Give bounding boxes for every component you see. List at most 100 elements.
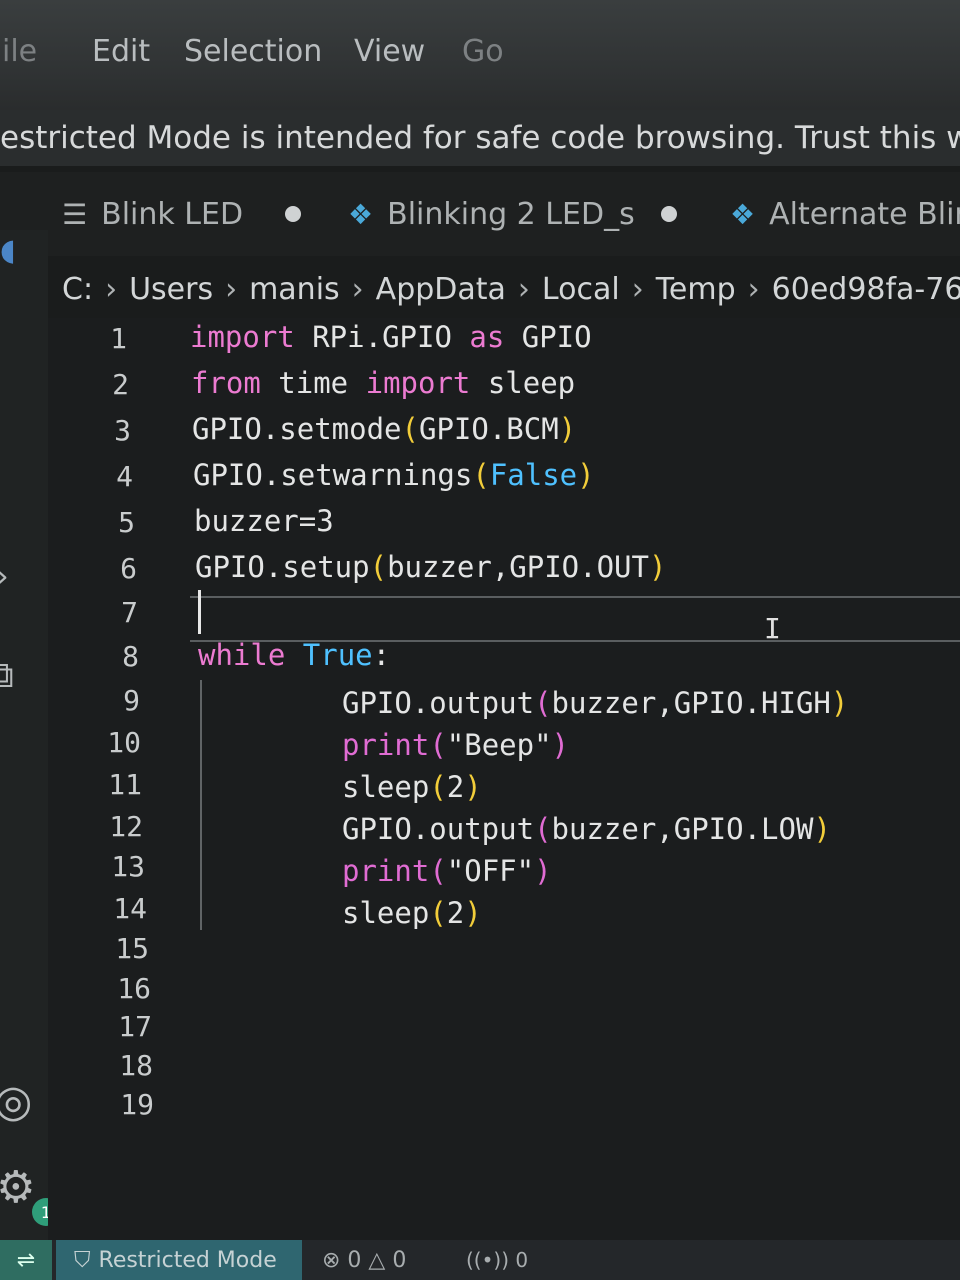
bracket: )	[464, 770, 482, 804]
menu-view[interactable]: View	[354, 34, 425, 69]
restricted-mode-banner[interactable]: estricted Mode is intended for safe code…	[0, 110, 960, 166]
bracket: (	[429, 854, 447, 888]
list-icon: ☰	[62, 197, 88, 231]
breadcrumb-temp[interactable]: Temp	[656, 272, 736, 307]
line-number: 15	[115, 932, 149, 965]
line-number: 5	[118, 506, 135, 539]
chevron-right-icon[interactable]: ›	[0, 560, 9, 592]
problems-status[interactable]: ⊗ 0 △ 0	[322, 1248, 406, 1273]
keyword: while	[198, 638, 286, 672]
breadcrumb-appdata[interactable]: AppData	[376, 272, 506, 307]
code-token: GPIO.setwarnings	[193, 458, 473, 492]
line-number: 6	[120, 552, 137, 585]
line-number: 17	[118, 1010, 152, 1043]
breadcrumb-manis[interactable]: manis	[249, 272, 340, 307]
bracket: )	[558, 412, 577, 446]
current-line-highlight	[190, 596, 960, 642]
line-number: 10	[107, 726, 141, 759]
line-number: 3	[114, 414, 131, 447]
line-number: 9	[123, 684, 140, 717]
menu-bar: ile Edit Selection View Go	[0, 0, 960, 110]
remote-icon[interactable]: ⇌	[0, 1240, 52, 1280]
bracket: (	[429, 728, 447, 762]
line-number: 4	[116, 460, 133, 493]
code-line-11[interactable]: sleep(2)	[342, 770, 482, 804]
code-line-5[interactable]: buzzer=3	[194, 504, 334, 538]
line-number: 16	[117, 972, 151, 1005]
code-token: GPIO.setup	[195, 550, 370, 584]
code-line-6[interactable]: GPIO.setup(buzzer,GPIO.OUT)	[195, 550, 666, 584]
code-line-12[interactable]: GPIO.output(buzzer,GPIO.LOW)	[342, 812, 831, 846]
banner-text: estricted Mode is intended for safe code…	[0, 120, 960, 156]
code-line-10[interactable]: print("Beep")	[342, 728, 569, 762]
keyword: from	[191, 366, 261, 400]
code-token: GPIO.output	[342, 812, 535, 846]
line-number: 7	[121, 596, 138, 629]
gear-icon[interactable]: ⚙	[0, 1166, 35, 1210]
code-line-1[interactable]: import RPi.GPIO as GPIO	[190, 320, 592, 354]
code-line-13[interactable]: print("OFF")	[342, 854, 552, 888]
function-name: print	[342, 728, 430, 762]
string-literal: "OFF"	[446, 854, 535, 888]
keyword: import	[190, 320, 295, 354]
code-token: RPi.GPIO	[294, 320, 470, 354]
line-number: 12	[109, 810, 143, 843]
extensions-icon[interactable]: ⧉	[0, 658, 14, 694]
keyword: import	[365, 366, 471, 400]
line-number: 11	[108, 768, 142, 801]
builtin-constant: False	[489, 458, 578, 492]
breadcrumb-drive[interactable]: C:	[62, 272, 93, 307]
line-number: 1	[110, 322, 127, 355]
breadcrumb-users[interactable]: Users	[129, 272, 213, 307]
broadcast-icon: ((•))	[466, 1248, 510, 1272]
python-icon: ❖	[730, 197, 756, 231]
string-literal: "Beep"	[446, 728, 552, 762]
bracket: )	[648, 550, 667, 584]
account-icon[interactable]: ◎	[0, 1080, 32, 1124]
number-literal: 2	[446, 896, 465, 930]
breadcrumb-folder[interactable]: 60ed98fa-7605	[772, 272, 960, 307]
code-token: GPIO.setmode	[192, 412, 402, 446]
code-token: buzzer,GPIO.LOW	[551, 812, 814, 846]
code-line-14[interactable]: sleep(2)	[342, 896, 482, 930]
explorer-indicator-icon[interactable]: ◖	[0, 236, 16, 266]
text-caret	[198, 590, 201, 634]
builtin-constant: True	[285, 638, 373, 672]
number-literal: 2	[446, 770, 465, 804]
breadcrumb-local[interactable]: Local	[542, 272, 620, 307]
restricted-mode-label: Restricted Mode	[98, 1247, 277, 1273]
code-line-4[interactable]: GPIO.setwarnings(False)	[193, 458, 595, 492]
editor-tabs: ☰ Blink LED ❖ Blinking 2 LED_s ❖ Alterna…	[0, 172, 960, 256]
chevron-right-icon: ›	[351, 271, 364, 307]
code-line-8[interactable]: while True:	[198, 638, 390, 672]
code-line-3[interactable]: GPIO.setmode(GPIO.BCM)	[192, 412, 576, 446]
indent-guide	[200, 680, 202, 930]
bracket: (	[429, 770, 447, 804]
code-line-2[interactable]: from time import sleep	[191, 366, 575, 400]
tab-blinking-2-leds[interactable]: ❖ Blinking 2 LED_s	[348, 192, 677, 236]
code-editor[interactable]	[48, 318, 960, 1240]
code-token: time	[260, 366, 366, 400]
unsaved-dot-icon[interactable]	[285, 206, 302, 222]
ports-status[interactable]: ((•)) 0	[466, 1248, 528, 1272]
tab-label: Alternate Blir	[769, 196, 960, 232]
bracket: (	[401, 412, 419, 446]
tab-label: Blink LED	[101, 196, 244, 232]
code-line-9[interactable]: GPIO.output(buzzer,GPIO.HIGH)	[342, 686, 848, 720]
bracket: (	[534, 686, 552, 720]
tab-blink-led[interactable]: ☰ Blink LED	[62, 192, 302, 236]
tab-alternate-blink[interactable]: ❖ Alternate Blir	[730, 192, 960, 236]
menu-go[interactable]: Go	[462, 34, 504, 69]
chevron-right-icon: ›	[105, 271, 118, 307]
unsaved-dot-icon[interactable]	[660, 206, 677, 222]
menu-edit[interactable]: Edit	[92, 34, 150, 69]
restricted-mode-status[interactable]: ⛉ Restricted Mode	[56, 1240, 302, 1280]
shield-icon: ⛉	[74, 1247, 91, 1273]
bracket: (	[534, 812, 552, 846]
code-token: buzzer,GPIO.HIGH	[551, 686, 831, 720]
bracket: )	[813, 812, 831, 846]
menu-file[interactable]: ile	[2, 34, 37, 69]
code-token: GPIO.output	[342, 686, 535, 720]
menu-selection[interactable]: Selection	[184, 34, 322, 69]
bracket: )	[577, 458, 595, 492]
